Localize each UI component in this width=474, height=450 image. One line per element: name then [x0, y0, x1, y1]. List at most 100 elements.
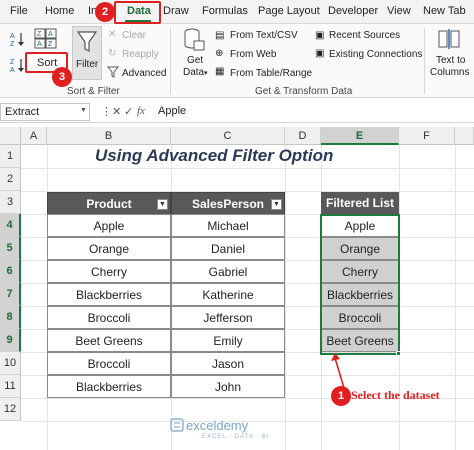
database-icon[interactable]: [183, 28, 205, 52]
cell-salesperson[interactable]: John: [171, 375, 285, 398]
sheet-title: Using Advanced Filter Option: [95, 146, 334, 165]
from-web-button[interactable]: From Web: [230, 49, 277, 60]
cell-product[interactable]: Broccoli: [47, 306, 171, 329]
cell-salesperson[interactable]: Michael: [171, 214, 285, 237]
col-header-d[interactable]: D: [285, 127, 321, 145]
sort-icon[interactable]: Z A A Z: [34, 28, 58, 50]
row-header-12[interactable]: 12: [0, 398, 21, 421]
exceldemy-logo-icon: [170, 418, 184, 432]
col-header-f[interactable]: F: [399, 127, 455, 145]
reapply-icon: ↻: [108, 48, 117, 59]
select-all-corner[interactable]: [0, 127, 21, 145]
from-text-csv-button[interactable]: From Text/CSV: [230, 30, 298, 41]
row-header-2[interactable]: 2: [0, 168, 21, 191]
cell-salesperson[interactable]: Daniel: [171, 237, 285, 260]
col-header-g[interactable]: [455, 127, 474, 145]
menu-new-tab[interactable]: New Tab: [423, 5, 466, 17]
chevron-down-icon[interactable]: ▼: [80, 107, 87, 114]
name-box[interactable]: Extract: [0, 103, 90, 121]
col-header-e[interactable]: E: [321, 127, 399, 145]
formula-input[interactable]: Apple: [158, 105, 186, 117]
cell-salesperson[interactable]: Jefferson: [171, 306, 285, 329]
enter-icon[interactable]: ✓: [124, 105, 133, 118]
advanced-button[interactable]: Advanced: [122, 68, 166, 79]
text-file-icon: ▤: [215, 30, 225, 41]
cell-product[interactable]: Apple: [47, 214, 171, 237]
filter-button[interactable]: Filter: [72, 26, 102, 80]
row-header-7[interactable]: 7: [0, 283, 21, 306]
clear-button[interactable]: Clear: [122, 30, 146, 41]
text-to-label[interactable]: Text to: [436, 55, 465, 66]
cell-product[interactable]: Blackberries: [47, 283, 171, 306]
row-header-10[interactable]: 10: [0, 352, 21, 375]
cancel-icon[interactable]: ✕: [112, 105, 121, 118]
row-header-11[interactable]: 11: [0, 375, 21, 398]
filter-dropdown-icon[interactable]: ▼: [157, 199, 168, 210]
sort-filter-group-label: Sort & Filter: [67, 86, 120, 97]
table-icon: ▦: [215, 66, 225, 77]
header-product[interactable]: Product ▼: [47, 192, 171, 215]
row-header-6[interactable]: 6: [0, 260, 21, 283]
reapply-button[interactable]: Reapply: [122, 49, 159, 60]
header-filtered-list[interactable]: Filtered List: [321, 192, 399, 215]
from-table-range-button[interactable]: From Table/Range: [230, 68, 312, 79]
header-product-label: Product: [86, 197, 132, 211]
menu-developer[interactable]: Developer: [328, 5, 378, 17]
get-data-label[interactable]: Get: [187, 55, 203, 66]
cell-salesperson[interactable]: Katherine: [171, 283, 285, 306]
menu-draw[interactable]: Draw: [163, 5, 189, 17]
globe-icon: ⊕: [215, 48, 224, 59]
menu-formulas[interactable]: Formulas: [202, 5, 248, 17]
row-header-4[interactable]: 4: [0, 214, 21, 237]
svg-text:A: A: [48, 31, 53, 38]
cell-salesperson[interactable]: Gabriel: [171, 260, 285, 283]
funnel-icon: [76, 31, 98, 52]
svg-text:Z: Z: [10, 41, 15, 48]
cell-salesperson[interactable]: Emily: [171, 329, 285, 352]
col-header-a[interactable]: A: [21, 127, 47, 145]
recent-sources-icon: ▣: [315, 30, 325, 41]
recent-sources-button[interactable]: Recent Sources: [329, 30, 400, 41]
text-to-columns-icon[interactable]: [437, 28, 461, 50]
col-header-c[interactable]: C: [171, 127, 285, 145]
svg-text:Z: Z: [37, 31, 42, 38]
filter-label: Filter: [76, 59, 99, 70]
row-header-9[interactable]: 9: [0, 329, 21, 352]
sort-label: Sort: [37, 57, 58, 69]
menu-page-layout[interactable]: Page Layout: [258, 5, 320, 17]
insert-function-icon[interactable]: fx: [137, 105, 145, 117]
callout-3: 3: [52, 67, 72, 87]
menu-view[interactable]: View: [387, 5, 411, 17]
cell-product[interactable]: Beet Greens: [47, 329, 171, 352]
get-data-label-2[interactable]: Data: [183, 67, 204, 78]
row-header-5[interactable]: 5: [0, 237, 21, 260]
existing-connections-button[interactable]: Existing Connections: [329, 49, 422, 60]
get-transform-group-label: Get & Transform Data: [255, 86, 353, 97]
ribbon-separator-2: [424, 28, 425, 94]
row-header-1[interactable]: 1: [0, 145, 21, 168]
svg-text:A: A: [10, 67, 15, 74]
row-header-8[interactable]: 8: [0, 306, 21, 329]
row-header-3[interactable]: 3: [0, 191, 21, 214]
sort-ascending-icon[interactable]: A Z: [8, 30, 28, 48]
header-salesperson[interactable]: SalesPerson ▼: [171, 192, 285, 215]
cell-salesperson[interactable]: Jason: [171, 352, 285, 375]
formula-bar: Extract ▼ ⋮ ✕ ✓ fx Apple: [0, 101, 474, 123]
menu-home[interactable]: Home: [45, 5, 74, 17]
svg-text:Z: Z: [48, 41, 53, 48]
svg-text:A: A: [10, 33, 15, 40]
more-icon: ⋮: [101, 106, 112, 118]
col-header-b[interactable]: B: [47, 127, 171, 145]
connections-icon: ▣: [315, 48, 325, 59]
watermark-tagline: EXCEL · DATA · BI: [202, 434, 270, 440]
fill-handle[interactable]: [396, 351, 401, 356]
columns-label[interactable]: Columns: [430, 67, 469, 78]
cell-product[interactable]: Cherry: [47, 260, 171, 283]
watermark: exceldemy: [186, 418, 249, 433]
cell-product[interactable]: Broccoli: [47, 352, 171, 375]
menu-file[interactable]: File: [10, 5, 28, 17]
filter-dropdown-icon[interactable]: ▼: [271, 199, 282, 210]
cell-product[interactable]: Blackberries: [47, 375, 171, 398]
active-tab-underline: [125, 20, 151, 22]
cell-product[interactable]: Orange: [47, 237, 171, 260]
